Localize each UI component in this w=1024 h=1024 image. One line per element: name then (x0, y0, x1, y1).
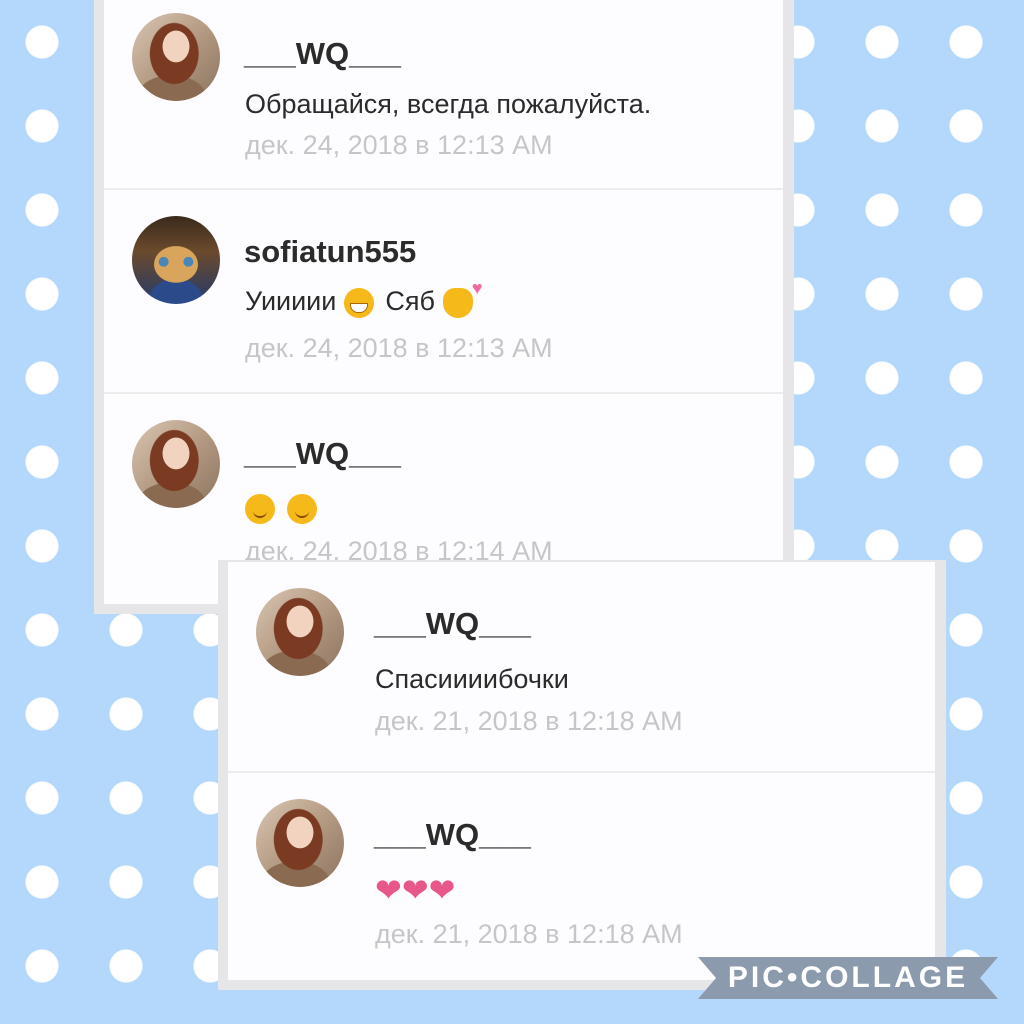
winking-face-icon (245, 493, 275, 524)
comment-username[interactable]: ___WQ___ (244, 36, 401, 72)
comment-username[interactable]: sofiatun555 (244, 234, 416, 270)
comment-message (245, 492, 321, 524)
user-avatar[interactable] (256, 799, 344, 887)
comment-item: ___WQ___ Обращайся, всегда пожалуйста. д… (104, 0, 783, 190)
user-avatar[interactable] (132, 13, 220, 101)
user-avatar[interactable] (132, 420, 220, 508)
grinning-face-icon (343, 287, 374, 318)
hearts-emoji: ❤❤❤ (375, 872, 456, 908)
kissing-face-icon (442, 278, 483, 318)
comment-timestamp: дек. 24, 2018 в 12:13 AM (245, 130, 553, 160)
message-text: Сяб (385, 286, 435, 316)
comment-message: Обращайся, всегда пожалуйста. (245, 89, 652, 119)
comment-panel-bottom: ___WQ___ Спасиииибочки дек. 21, 2018 в 1… (218, 560, 946, 990)
comment-username[interactable]: ___WQ___ (374, 817, 531, 853)
comment-item: ___WQ___ Спасиииибочки дек. 21, 2018 в 1… (228, 562, 935, 772)
comment-timestamp: дек. 21, 2018 в 12:18 AM (375, 706, 683, 736)
pic-collage-watermark: PIC•COLLAGE (698, 957, 998, 999)
user-avatar[interactable] (256, 588, 344, 676)
comment-username[interactable]: ___WQ___ (374, 606, 531, 642)
comment-item: ___WQ___ ❤❤❤ дек. 21, 2018 в 12:18 AM (228, 773, 935, 983)
comment-message: Уиииии Сяб (245, 278, 483, 318)
comment-username[interactable]: ___WQ___ (244, 436, 401, 472)
message-text: Уиииии (245, 286, 337, 316)
comment-timestamp: дек. 24, 2018 в 12:13 AM (245, 333, 553, 363)
smiling-face-icon (286, 493, 317, 524)
comment-timestamp: дек. 21, 2018 в 12:18 AM (375, 919, 683, 949)
user-avatar[interactable] (132, 216, 220, 304)
comment-item: sofiatun555 Уиииии Сяб дек. 24, 2018 в 1… (104, 190, 783, 393)
comment-panel-top: ___WQ___ Обращайся, всегда пожалуйста. д… (94, 0, 794, 614)
comment-message: Спасиииибочки (375, 664, 569, 694)
comment-message: ❤❤❤ (375, 871, 459, 909)
